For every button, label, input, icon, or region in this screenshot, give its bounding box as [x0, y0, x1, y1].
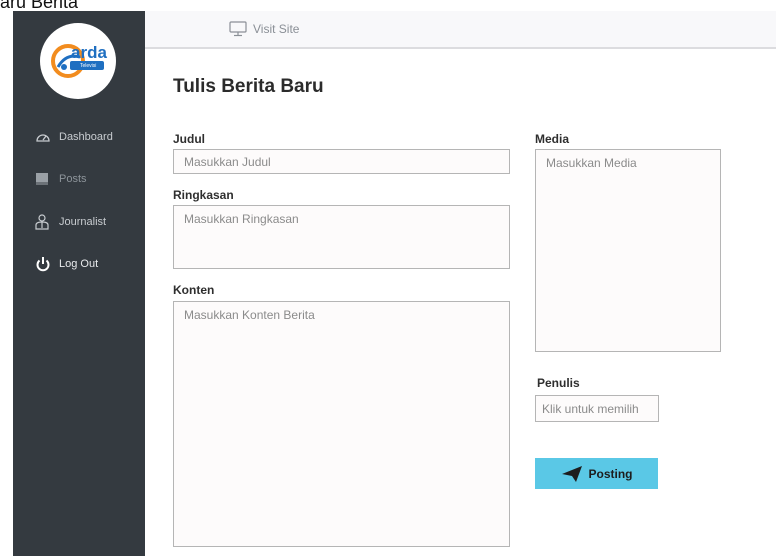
power-icon	[35, 256, 55, 272]
sidebar-item-label: Dashboard	[59, 131, 113, 143]
sidebar-item-posts[interactable]: Posts	[35, 171, 87, 187]
sidebar-item-label: Posts	[59, 173, 87, 185]
posting-button-label: Posting	[588, 466, 633, 481]
visit-site-link[interactable]: Visit Site	[229, 21, 299, 37]
sidebar-item-logout[interactable]: Log Out	[35, 256, 98, 272]
monitor-icon	[229, 21, 247, 37]
top-bar: Visit Site	[145, 11, 776, 49]
konten-label: Konten	[173, 283, 215, 297]
visit-site-label: Visit Site	[253, 22, 300, 36]
sidebar-item-label: Journalist	[59, 216, 107, 228]
sidebar-item-dashboard[interactable]: Dashboard	[35, 129, 113, 145]
book-icon	[35, 171, 55, 187]
media-label: Media	[535, 132, 570, 146]
sidebar: arda Televisi Dashboard Posts Journalist…	[13, 11, 145, 556]
ringkasan-textarea[interactable]	[173, 205, 510, 269]
logo-text: arda	[71, 43, 107, 62]
media-textarea[interactable]	[535, 149, 721, 352]
ringkasan-label: Ringkasan	[173, 188, 234, 202]
logo-subtext: Televisi	[80, 63, 97, 69]
user-tie-icon	[35, 214, 55, 230]
brand-logo[interactable]: arda Televisi	[40, 23, 116, 99]
sidebar-item-label: Log Out	[59, 258, 99, 270]
penulis-label: Penulis	[537, 376, 580, 390]
penulis-input[interactable]	[535, 395, 659, 422]
speedometer-icon	[35, 129, 55, 145]
posting-button[interactable]: Posting	[535, 458, 658, 489]
judul-input[interactable]	[173, 149, 510, 174]
konten-textarea[interactable]	[173, 301, 510, 547]
send-icon	[561, 465, 582, 482]
sidebar-item-journalist[interactable]: Journalist	[35, 214, 106, 230]
page-title: Tulis Berita Baru	[173, 76, 324, 97]
judul-label: Judul	[173, 132, 205, 146]
